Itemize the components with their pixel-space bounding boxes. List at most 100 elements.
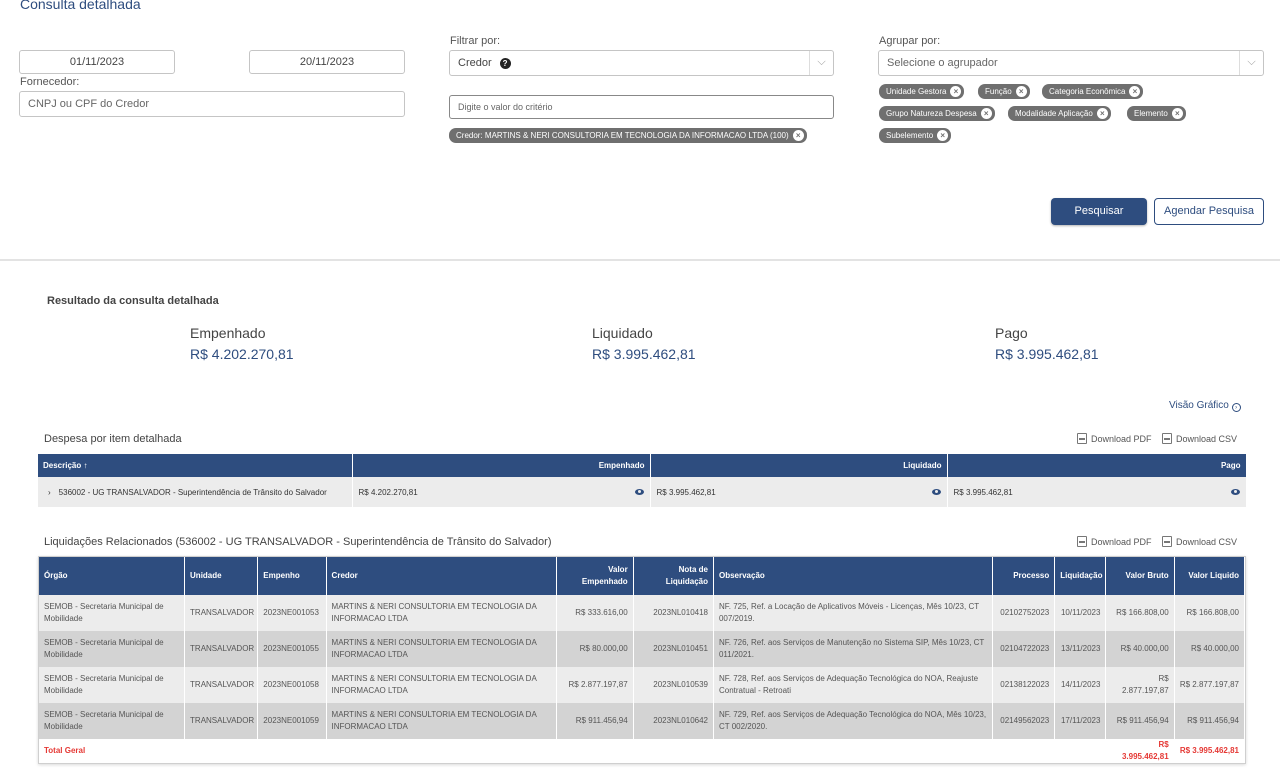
- close-icon[interactable]: ×: [1015, 86, 1027, 97]
- valor-empenhado-cell: R$ 333.616,00: [556, 595, 634, 631]
- close-icon[interactable]: ×: [980, 108, 992, 119]
- table-row[interactable]: SEMOB - Secretaria Municipal de Mobilida…: [39, 595, 1246, 631]
- valor-liquido-cell: R$ 166.808,00: [1174, 595, 1246, 631]
- eye-icon[interactable]: [634, 488, 644, 495]
- chevron-down-icon[interactable]: ⌵: [1239, 51, 1263, 75]
- chip-label: Subelemento: [886, 131, 934, 140]
- column-header-observacao[interactable]: Observação: [713, 557, 994, 595]
- orgao-cell: SEMOB - Secretaria Municipal de Mobilida…: [39, 631, 186, 667]
- close-icon[interactable]: ×: [1171, 108, 1183, 119]
- column-header-orgao[interactable]: Órgão: [39, 557, 186, 595]
- column-header-empenho[interactable]: Empenho: [257, 557, 327, 595]
- page-title: Consulta detalhada: [20, 0, 141, 12]
- column-header-nota-liquidacao[interactable]: Nota de Liquidação: [633, 557, 714, 595]
- chip-label: Modalidade Aplicação: [1015, 109, 1093, 118]
- nota-liquidacao-cell: 2023NL010539: [633, 667, 714, 703]
- unidade-cell: TRANSALVADOR: [184, 595, 259, 631]
- despesa-title: Despesa por item detalhada: [44, 433, 182, 445]
- section-divider: [0, 259, 1280, 261]
- agrupar-chip[interactable]: Modalidade Aplicação ×: [1008, 106, 1111, 121]
- date-start-input[interactable]: 01/11/2023: [19, 50, 175, 74]
- empenho-cell: 2023NE001055: [257, 631, 327, 667]
- agrupar-chip[interactable]: Categoria Econômica ×: [1042, 84, 1144, 99]
- table-row[interactable]: SEMOB - Secretaria Municipal de Mobilida…: [39, 667, 1246, 703]
- close-icon[interactable]: ×: [792, 130, 804, 141]
- download-csv-button[interactable]: Download CSV: [1162, 536, 1237, 547]
- nota-liquidacao-cell: 2023NL010418: [633, 595, 714, 631]
- column-header-valor-bruto[interactable]: Valor Bruto: [1105, 557, 1175, 595]
- valor-bruto-cell: R$ 166.808,00: [1105, 595, 1175, 631]
- column-header-descricao[interactable]: Descrição ↑: [38, 454, 353, 477]
- orgao-cell: SEMOB - Secretaria Municipal de Mobilida…: [39, 667, 186, 703]
- despesa-table: Descrição ↑ Empenhado Liquidado Pago › 53…: [38, 454, 1247, 507]
- empenho-cell: 2023NE001053: [257, 595, 327, 631]
- liquidado-cell: R$ 3.995.462,81: [650, 477, 948, 507]
- column-header-unidade[interactable]: Unidade: [184, 557, 259, 595]
- total-row: Total Geral R$ 3.995.462,81 R$ 3.995.462…: [39, 739, 1246, 763]
- download-csv-button[interactable]: Download CSV: [1162, 433, 1237, 444]
- fornecedor-input[interactable]: CNPJ ou CPF do Credor: [19, 91, 405, 117]
- agrupar-select[interactable]: Selecione o agrupador ⌵: [878, 50, 1264, 76]
- processo-cell: 02102752023: [992, 595, 1056, 631]
- download-pdf-button[interactable]: Download PDF: [1077, 433, 1152, 444]
- eye-icon[interactable]: [1230, 488, 1240, 495]
- valor-liquido-cell: R$ 2.877.197,87: [1174, 667, 1246, 703]
- agrupar-chip[interactable]: Subelemento ×: [879, 128, 952, 143]
- column-header-liquidado[interactable]: Liquidado: [650, 454, 948, 477]
- column-header-empenhado[interactable]: Empenhado: [352, 454, 651, 477]
- credor-cell: MARTINS & NERI CONSULTORIA EM TECNOLOGIA…: [326, 631, 558, 667]
- agendar-pesquisa-button[interactable]: Agendar Pesquisa: [1154, 198, 1264, 225]
- download-csv-label: Download CSV: [1176, 537, 1238, 547]
- filter-panel: Consulta detalhada 01/11/2023 20/11/2023…: [0, 0, 1280, 260]
- unidade-cell: TRANSALVADOR: [184, 667, 259, 703]
- agrupar-chip[interactable]: Função ×: [978, 84, 1030, 99]
- close-icon[interactable]: ×: [1096, 108, 1108, 119]
- close-icon[interactable]: ×: [937, 130, 949, 141]
- download-csv-label: Download CSV: [1176, 434, 1238, 444]
- column-header-valor-empenhado[interactable]: Valor Empenhado: [556, 557, 634, 595]
- empenho-cell: 2023NE001058: [257, 667, 327, 703]
- table-row[interactable]: SEMOB - Secretaria Municipal de Mobilida…: [39, 631, 1246, 667]
- liquidacoes-table-wrapper: Órgão Unidade Empenho Credor Valor Empen…: [38, 556, 1246, 764]
- sort-up-icon[interactable]: ↑: [83, 461, 87, 470]
- chevron-down-icon[interactable]: ⌵: [809, 51, 833, 75]
- download-pdf-label: Download PDF: [1091, 537, 1152, 547]
- download-pdf-button[interactable]: Download PDF: [1077, 536, 1152, 547]
- column-header-valor-liquido[interactable]: Valor Liquido: [1174, 557, 1246, 595]
- unidade-cell: TRANSALVADOR: [184, 703, 259, 739]
- chevron-right-icon[interactable]: ›: [48, 488, 51, 497]
- valor-bruto-cell: R$ 911.456,94: [1105, 703, 1175, 739]
- table-row[interactable]: › 536002 - UG TRANSALVADOR - Superintendê…: [38, 477, 1247, 507]
- pesquisar-button[interactable]: Pesquisar: [1051, 198, 1147, 225]
- close-icon[interactable]: ×: [950, 86, 962, 97]
- observacao-cell: NF. 729, Ref. aos Serviços de Adequação …: [713, 703, 994, 739]
- agrupar-chip[interactable]: Elemento ×: [1127, 106, 1186, 121]
- date-end-input[interactable]: 20/11/2023: [249, 50, 405, 74]
- visao-grafico-link[interactable]: Visão Gráfico ›: [1169, 400, 1241, 412]
- agrupar-chip[interactable]: Grupo Natureza Despesa ×: [879, 106, 995, 121]
- help-icon[interactable]: ?: [499, 57, 511, 69]
- summary-pago-value: R$ 3.995.462,81: [995, 346, 1099, 362]
- column-header-liquidacao[interactable]: Liquidação: [1054, 557, 1107, 595]
- table-row[interactable]: SEMOB - Secretaria Municipal de Mobilida…: [39, 703, 1246, 739]
- observacao-cell: NF. 726, Ref. aos Serviços de Manutenção…: [713, 631, 994, 667]
- descricao-cell[interactable]: › 536002 - UG TRANSALVADOR - Superintendê…: [38, 477, 353, 507]
- filtrar-value: Credor: [458, 57, 492, 69]
- credor-filter-chip[interactable]: Credor: MARTINS & NERI CONSULTORIA EM TE…: [449, 128, 807, 143]
- criterio-input[interactable]: Digite o valor do critério: [449, 95, 834, 119]
- orgao-cell: SEMOB - Secretaria Municipal de Mobilida…: [39, 595, 186, 631]
- eye-icon[interactable]: [931, 488, 941, 495]
- column-header-pago[interactable]: Pago: [947, 454, 1247, 477]
- csv-icon: [1162, 433, 1172, 444]
- csv-icon: [1162, 536, 1172, 547]
- column-header-credor[interactable]: Credor: [326, 557, 558, 595]
- column-header-processo[interactable]: Processo: [992, 557, 1056, 595]
- liquidacoes-title: Liquidações Relacionados (536002 - UG TR…: [44, 536, 552, 548]
- pdf-icon: [1077, 536, 1087, 547]
- fornecedor-label: Fornecedor:: [20, 76, 80, 88]
- agrupar-chip[interactable]: Unidade Gestora ×: [879, 84, 965, 99]
- filtrar-select[interactable]: Credor? ⌵: [449, 50, 834, 76]
- chip-label: Elemento: [1134, 109, 1168, 118]
- liquidacao-cell: 14/11/2023: [1054, 667, 1107, 703]
- close-icon[interactable]: ×: [1129, 86, 1141, 97]
